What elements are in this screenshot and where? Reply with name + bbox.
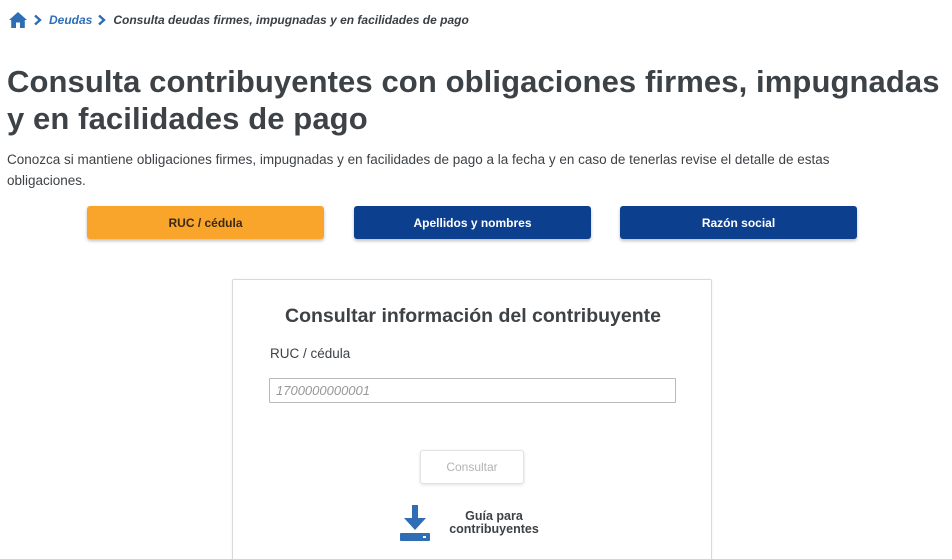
ruc-field-label: RUC / cédula [270,346,351,361]
breadcrumb-current: Consulta deudas firmes, impugnadas y en … [113,13,469,27]
tab-apellidos-nombres[interactable]: Apellidos y nombres [354,206,591,239]
chevron-right-icon [33,14,43,26]
chevron-right-icon [97,14,107,26]
consultar-button[interactable]: Consultar [420,450,524,484]
guide-download-link[interactable]: Guía para contribuyentes [398,503,542,543]
guide-label-line2: contribuyentes [449,522,539,536]
home-icon[interactable] [8,11,28,29]
breadcrumb-link-deudas[interactable]: Deudas [49,13,92,27]
card-title: Consultar información del contribuyente [285,305,661,327]
breadcrumb: Deudas Consulta deudas firmes, impugnada… [8,10,469,30]
consulta-card: Consultar información del contribuyente … [232,279,712,559]
tab-razon-social[interactable]: Razón social [620,206,857,239]
download-icon [398,503,432,543]
tab-ruc-cedula[interactable]: RUC / cédula [87,206,324,239]
guide-label: Guía para contribuyentes [446,510,542,536]
page-title: Consulta contribuyentes con obligaciones… [7,64,940,136]
ruc-input[interactable] [269,378,676,403]
page-description: Conozca si mantiene obligaciones firmes,… [7,152,830,188]
